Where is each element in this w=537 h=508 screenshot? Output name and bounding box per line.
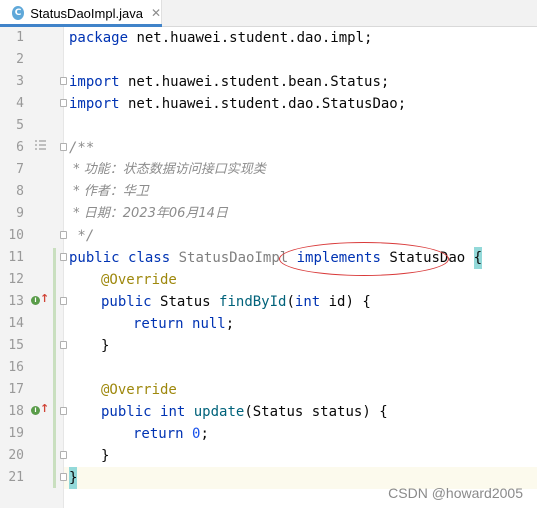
code-line-10: */ [69, 228, 95, 244]
keyword: import [69, 74, 120, 90]
method-name: update [193, 404, 245, 420]
go-to-interface-arrow-icon[interactable]: ↑ [40, 402, 49, 415]
keyword: class [128, 250, 171, 266]
line-number: 15 [8, 338, 24, 353]
code-text: ; [200, 426, 209, 442]
code-text: (Status status) { [244, 404, 388, 420]
fold-marker[interactable] [60, 231, 67, 239]
red-annotation-circle [279, 242, 449, 276]
class-name: StatusDaoImpl [178, 250, 289, 266]
close-tab-icon[interactable]: ✕ [151, 6, 161, 20]
code-text: net.huawei.student.bean.Status; [119, 74, 390, 90]
line-number: 10 [8, 228, 24, 243]
code-line-1: package net.huawei.student.dao.impl; [69, 27, 372, 49]
line-number: 3 [16, 74, 24, 89]
code-line-8: * 作者：华卫 [69, 184, 149, 199]
code-line-18: public int update(Status status) { [101, 401, 388, 423]
code-text: net.huawei.student.dao.impl; [128, 30, 373, 46]
method-name: findById [219, 294, 287, 310]
code-text: ; [225, 316, 235, 332]
fold-marker[interactable] [60, 253, 67, 261]
return-type: Status [160, 294, 211, 310]
fold-marker[interactable] [60, 99, 67, 107]
line-number: 12 [8, 272, 24, 287]
keyword: import [69, 96, 120, 112]
line-number: 4 [16, 96, 24, 111]
keyword: package [69, 30, 129, 46]
code-text: ( [286, 294, 295, 310]
code-line-4: import net.huawei.student.dao.StatusDao; [69, 93, 406, 115]
line-number: 9 [16, 206, 24, 221]
code-text: net.huawei.student.dao.StatusDao; [119, 96, 407, 112]
fold-marker[interactable] [60, 143, 67, 151]
code-line-12: @Override [101, 272, 177, 288]
code-line-13: public Status findById(int id) { [101, 291, 371, 313]
file-tab[interactable]: C StatusDaoImpl.java ✕ [0, 0, 162, 27]
line-number: 14 [8, 316, 24, 331]
java-class-icon: C [12, 6, 25, 20]
fold-marker[interactable] [60, 341, 67, 349]
fold-marker[interactable] [60, 473, 67, 481]
implements-method-icon[interactable]: I [31, 406, 40, 415]
code-line-15: } [101, 338, 110, 354]
line-number: 16 [8, 360, 24, 375]
code-line-20: } [101, 448, 110, 464]
file-tab-title: StatusDaoImpl.java [30, 5, 143, 21]
matched-brace: } [69, 467, 78, 489]
line-number: 7 [16, 162, 24, 177]
line-number: 8 [16, 184, 24, 199]
line-number: 13 [8, 294, 24, 309]
line-number: 11 [8, 250, 24, 265]
line-number: 20 [8, 448, 24, 463]
code-line-21: } [69, 467, 78, 489]
line-number: 17 [8, 382, 24, 397]
code-line-19: return 0; [133, 423, 209, 445]
fold-marker[interactable] [60, 77, 67, 85]
keyword: public [101, 404, 152, 420]
keyword: public [101, 294, 152, 310]
code-line-7: * 功能：状态数据访问接口实现类 [69, 162, 266, 177]
line-number: 18 [8, 404, 24, 419]
fold-marker[interactable] [60, 407, 67, 415]
line-number: 1 [16, 30, 24, 45]
matched-brace: { [473, 247, 483, 269]
code-line-14: return null; [133, 313, 234, 335]
line-number: 2 [16, 52, 24, 67]
keyword: int [294, 294, 321, 310]
code-line-9: * 日期：2023年06月14日 [69, 206, 228, 221]
keyword: public [69, 250, 120, 266]
code-line-17: @Override [101, 382, 177, 398]
editor-tab-bar: C StatusDaoImpl.java ✕ [0, 0, 537, 27]
keyword: int [160, 404, 186, 420]
code-text: id) { [320, 294, 371, 310]
code-line-6: /** [69, 140, 95, 156]
fold-marker[interactable] [60, 297, 67, 305]
line-number: 19 [8, 426, 24, 441]
implements-method-icon[interactable]: I [31, 296, 40, 305]
watermark: CSDN @howard2005 [388, 485, 523, 501]
keyword: return [133, 426, 184, 442]
vcs-change-bar [53, 248, 56, 488]
line-number: 6 [16, 140, 24, 155]
keyword: return [133, 316, 184, 332]
fold-marker[interactable] [60, 451, 67, 459]
doc-comment-icon[interactable] [35, 140, 46, 150]
keyword: null [192, 316, 226, 332]
line-number: 5 [16, 118, 24, 133]
code-line-3: import net.huawei.student.bean.Status; [69, 71, 389, 93]
line-number: 21 [8, 470, 24, 485]
go-to-interface-arrow-icon[interactable]: ↑ [40, 292, 49, 305]
